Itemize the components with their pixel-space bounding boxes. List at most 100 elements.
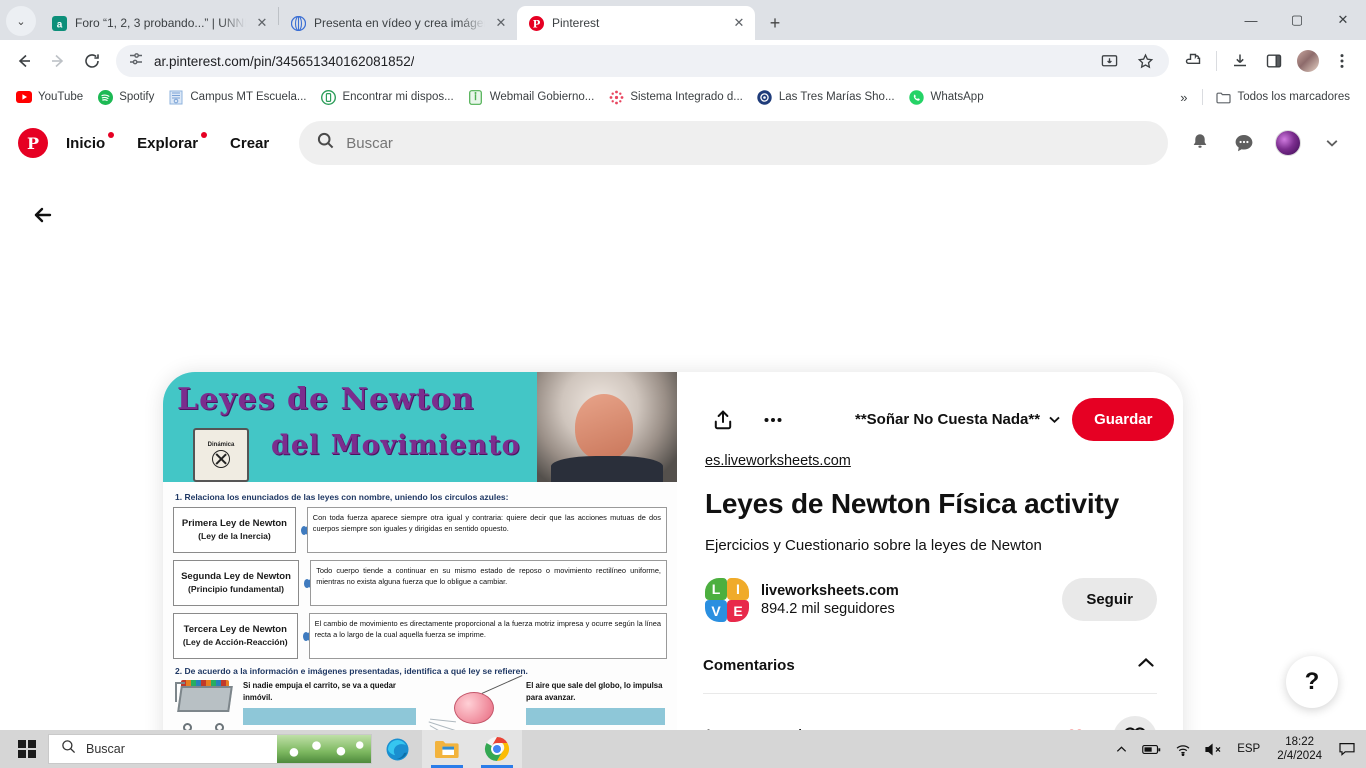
star-icon[interactable] [1129,45,1161,77]
share-icon[interactable] [703,400,743,440]
pinterest-favicon: P [528,15,544,31]
tab-strip: ⌄ a Foro “1, 2, 3 probando...” | UNNE ✕ … [0,0,1366,40]
account-chevron-icon[interactable] [1312,123,1352,163]
nav-inicio[interactable]: Inicio [52,126,119,161]
pinterest-logo-icon[interactable]: P [18,128,48,158]
tab-search-icon[interactable]: ⌄ [6,6,36,36]
law-box: Tercera Ley de Newton (Ley de Acción-Rea… [173,613,298,659]
bookmark-tres-marias[interactable]: Las Tres Marías Sho... [750,86,902,108]
follow-button[interactable]: Seguir [1062,578,1157,622]
clock[interactable]: 18:22 2/4/2024 [1267,735,1332,764]
search-input[interactable]: Buscar [299,121,1168,165]
browser-tab-2[interactable]: Presenta en vídeo y crea imágenes ✕ [279,6,517,40]
help-button[interactable]: ? [1286,656,1338,708]
tab-close-icon[interactable]: ✕ [254,15,270,31]
law-subtitle: (Principio fundamental) [188,583,284,594]
notification-icon[interactable] [1332,730,1362,768]
nav-label: Crear [230,134,270,152]
volume-muted-icon[interactable] [1198,730,1230,768]
new-tab-button[interactable]: + [761,9,789,37]
bookmark-spotify[interactable]: Spotify [90,86,161,108]
minimize-button[interactable]: — [1228,0,1274,40]
downloads-icon[interactable] [1224,45,1256,77]
taskbar-search-input[interactable]: Buscar [48,734,372,764]
pin-description: Ejercicios y Cuestionario sobre la leyes… [705,536,1042,554]
bookmark-campus-mt[interactable]: Campus MT Escuela... [161,86,313,108]
user-avatar[interactable] [1268,123,1308,163]
address-bar[interactable]: ar.pinterest.com/pin/345651340162081852/ [116,45,1169,77]
like-button[interactable] [1113,715,1157,730]
forward-icon[interactable] [42,45,74,77]
browser-tab-3-active[interactable]: P Pinterest ✕ [517,6,755,40]
svg-text:P: P [27,134,39,153]
all-bookmarks-button[interactable]: Todos los marcadores [1209,86,1358,108]
law-box: Segunda Ley de Newton (Principio fundame… [173,560,299,606]
reload-icon[interactable] [76,45,108,77]
worksheet-example: El aire que sale del globo, lo impulsa p… [424,675,665,730]
nav-crear[interactable]: Crear [216,126,283,161]
side-panel-icon[interactable] [1258,45,1290,77]
bookmark-sistema-integrado[interactable]: Sistema Integrado d... [601,86,750,108]
bookmark-label: WhatsApp [930,91,984,103]
browser-tab-1[interactable]: a Foro “1, 2, 3 probando...” | UNNE ✕ [40,6,278,40]
site-settings-icon[interactable] [128,51,144,72]
more-options-button[interactable] [753,400,793,440]
logo-letter-i: I [727,577,749,600]
chevron-down-icon [1049,416,1060,424]
windows-start-icon[interactable] [6,730,48,768]
pin-details: **Soñar No Cuesta Nada** Guardar es.live… [677,372,1183,730]
messages-icon[interactable] [1224,123,1264,163]
worksheet-title-line2: del Movimiento [271,430,521,461]
profile-avatar[interactable] [1292,45,1324,77]
bookmarks-overflow-icon[interactable]: » [1172,87,1195,108]
answer-blank[interactable] [243,708,416,726]
tres-marias-icon [757,89,773,105]
nav-explorar[interactable]: Explorar [123,126,212,161]
shopping-cart-clipart [175,680,237,730]
taskbar-app-google-chrome[interactable] [472,730,522,768]
bookmark-whatsapp[interactable]: WhatsApp [902,86,991,108]
taskbar-app-microsoft-edge[interactable] [372,730,422,768]
bookmark-webmail-gobierno[interactable]: Webmail Gobierno... [461,86,602,108]
back-icon[interactable] [8,45,40,77]
bookmark-label: Sistema Integrado d... [630,91,743,103]
pinterest-header: P Inicio Explorar Crear Buscar [0,112,1366,174]
save-button[interactable]: Guardar [1072,398,1175,441]
system-tray: ESP 18:22 2/4/2024 [1108,730,1366,768]
tab-close-icon[interactable]: ✕ [493,15,509,31]
example-caption: Si nadie empuja el carrito, se va a qued… [243,681,396,702]
logo-letter-l: L [705,577,727,600]
chevron-up-icon[interactable] [1135,652,1157,679]
wifi-icon[interactable] [1168,730,1198,768]
install-app-icon[interactable] [1093,45,1125,77]
back-button[interactable] [26,198,60,232]
source-link[interactable]: es.liveworksheets.com [705,453,1157,469]
crossed-circle-icon [212,450,230,468]
taskbar-app-file-explorer[interactable] [422,730,472,768]
clock-time: 18:22 [1285,735,1314,748]
bookmark-label: Campus MT Escuela... [190,91,307,103]
clock-date: 2/4/2024 [1277,750,1322,762]
bookmark-youtube[interactable]: YouTube [9,86,90,108]
close-window-button[interactable]: ✕ [1320,0,1366,40]
creator-info[interactable]: liveworksheets.com 894.2 mil seguidores [761,583,899,617]
law-match-row: Primera Ley de Newton (Ley de la Inercia… [173,507,667,553]
bookmark-encontrar-dispositivo[interactable]: Encontrar mi dispos... [313,86,460,108]
pinterest-page: P Inicio Explorar Crear Buscar Leyes de … [0,112,1366,730]
comment-count-row: 1 comentario 1 [703,715,1157,730]
battery-icon[interactable] [1135,730,1168,768]
tray-overflow-icon[interactable] [1108,730,1135,768]
chrome-menu-icon[interactable] [1326,45,1358,77]
maximize-button[interactable]: ▢ [1274,0,1320,40]
board-selector[interactable]: **Soñar No Cuesta Nada** [855,411,1062,428]
comments-section-header[interactable]: Comentarios [703,652,1157,694]
language-indicator[interactable]: ESP [1230,730,1267,768]
notifications-bell-icon[interactable] [1180,123,1220,163]
pin-image[interactable]: Leyes de Newton del Movimiento Dinámica [163,372,677,730]
answer-blank[interactable] [526,708,665,726]
law-name: Primera Ley de Newton [181,517,287,529]
extensions-icon[interactable] [1177,45,1209,77]
tab-title: Presenta en vídeo y crea imágenes [314,16,485,30]
avatar [1297,50,1319,72]
tab-close-icon[interactable]: ✕ [731,15,747,31]
